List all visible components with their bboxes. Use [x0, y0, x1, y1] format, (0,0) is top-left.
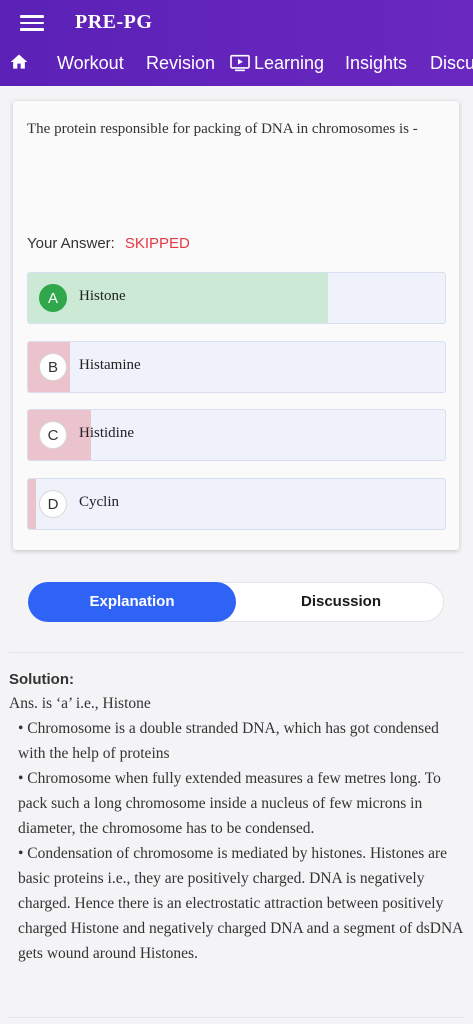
nav-learning-label: Learning — [254, 53, 325, 73]
nav-workout[interactable]: Workout — [57, 53, 124, 74]
nav-learning[interactable]: Learning — [230, 53, 324, 74]
solution-bullet: • Chromosome is a double stranded DNA, w… — [18, 720, 439, 762]
divider — [9, 652, 464, 653]
option-letter: D — [39, 490, 67, 518]
option-fill — [28, 479, 37, 529]
video-play-icon — [230, 54, 250, 72]
option-d[interactable]: D Cyclin — [27, 478, 446, 530]
nav-bar: Workout Revision Learning Insights Discu — [0, 50, 473, 80]
question-card: The protein responsible for packing of D… — [13, 101, 459, 550]
app-header: PRE-PG Workout Revision Learning Insight… — [0, 0, 473, 86]
option-c[interactable]: C Histidine — [27, 409, 446, 461]
solution-heading: Solution: — [9, 671, 74, 688]
home-icon[interactable] — [9, 52, 29, 74]
answer-status: SKIPPED — [124, 235, 190, 252]
option-letter: B — [39, 353, 67, 381]
nav-discussion[interactable]: Discu — [430, 53, 473, 74]
option-text: Histidine — [79, 425, 134, 441]
option-text: Histone — [79, 288, 126, 304]
tab-explanation[interactable]: Explanation — [28, 582, 236, 622]
nav-insights[interactable]: Insights — [345, 53, 407, 74]
menu-icon[interactable] — [20, 12, 44, 32]
option-letter: C — [39, 421, 67, 449]
nav-revision[interactable]: Revision — [146, 53, 215, 74]
app-title: PRE-PG — [75, 11, 153, 33]
question-text: The protein responsible for packing of D… — [27, 121, 418, 137]
solution-bullet: • Chromosome when fully extended measure… — [18, 770, 441, 837]
option-text: Cyclin — [79, 494, 119, 510]
your-answer-label: Your Answer: — [27, 235, 115, 252]
divider — [9, 1017, 464, 1018]
solution-answer: Ans. is ‘a’ i.e., Histone — [9, 695, 151, 712]
option-b[interactable]: B Histamine — [27, 341, 446, 393]
your-answer-row: Your Answer: SKIPPED — [27, 235, 190, 252]
option-letter: A — [39, 284, 67, 312]
option-fill — [28, 273, 329, 323]
explanation-tabs: Explanation Discussion — [28, 582, 444, 622]
solution-bullet: • Condensation of chromosome is mediated… — [18, 845, 463, 962]
solution-section: Solution: Ans. is ‘a’ i.e., Histone • Ch… — [9, 671, 464, 966]
tab-discussion[interactable]: Discussion — [237, 582, 445, 622]
option-text: Histamine — [79, 357, 141, 373]
option-a[interactable]: A Histone — [27, 272, 446, 324]
